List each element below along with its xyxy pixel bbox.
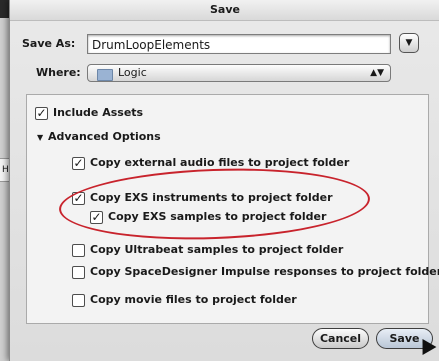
- copy-movie-files-checkbox[interactable]: [72, 294, 85, 307]
- where-label: Where:: [36, 66, 81, 79]
- save-as-label: Save As:: [22, 37, 76, 50]
- folder-icon: [97, 69, 113, 81]
- copy-ultrabeat-label: Copy Ultrabeat samples to project folder: [90, 243, 344, 256]
- copy-spacedesigner-label: Copy SpaceDesigner Impulse responses to …: [90, 265, 439, 278]
- expand-browser-button[interactable]: ▼: [399, 33, 419, 53]
- cancel-button[interactable]: Cancel: [312, 328, 369, 349]
- dialog-title: Save: [10, 0, 439, 21]
- copy-movie-files-label: Copy movie files to project folder: [90, 293, 297, 306]
- popup-arrows-icon: ▲▼: [370, 68, 384, 78]
- disclosure-triangle-icon[interactable]: ▼: [37, 133, 43, 142]
- copy-external-audio-label: Copy external audio files to project fol…: [90, 156, 350, 169]
- copy-spacedesigner-checkbox[interactable]: [72, 266, 85, 279]
- save-dialog: Save Save As: DrumLoopElements ▼ Where: …: [9, 0, 439, 361]
- advanced-options-header[interactable]: Advanced Options: [48, 130, 161, 143]
- chevron-down-icon: ▼: [405, 38, 413, 48]
- include-assets-label: Include Assets: [53, 106, 144, 119]
- where-value: Logic: [118, 66, 147, 79]
- copy-ultrabeat-checkbox[interactable]: [72, 244, 85, 257]
- copy-external-audio-checkbox[interactable]: ✓: [72, 157, 85, 170]
- save-as-field[interactable]: DrumLoopElements: [87, 34, 391, 54]
- include-assets-checkbox[interactable]: ✓: [35, 107, 48, 120]
- where-popup[interactable]: Logic ▲▼: [87, 64, 391, 82]
